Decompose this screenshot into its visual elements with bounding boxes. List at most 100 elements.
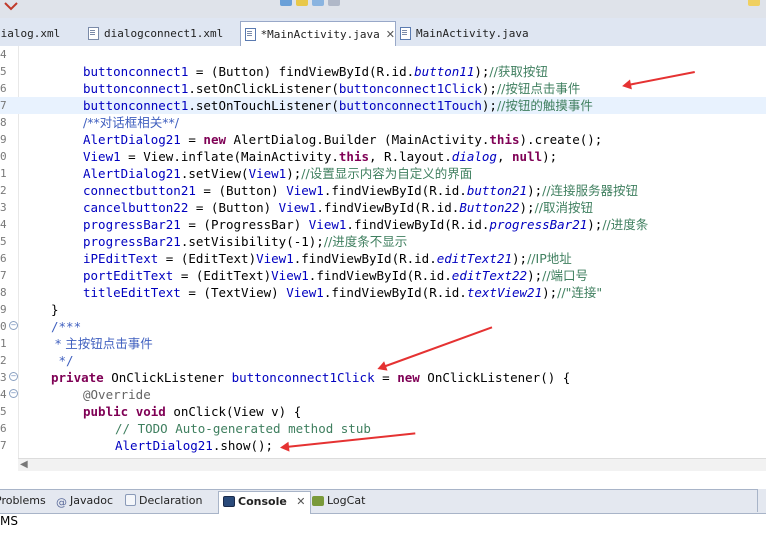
fold-toggle-icon[interactable]: − (9, 389, 18, 398)
code-line[interactable]: 5 buttonconnect1 = (Button) findViewById(… (0, 63, 766, 80)
code-token: = (EditText) (158, 251, 257, 266)
code-line[interactable]: 4− @Override (0, 386, 766, 403)
code-line[interactable]: 7 AlertDialog21.show(); (0, 437, 766, 454)
toolbar-icon[interactable] (312, 0, 324, 6)
code-token: = (180, 132, 204, 147)
tab-label: dialog.xml (0, 27, 61, 40)
code-token: = View.inflate(MainActivity. (120, 149, 339, 164)
tab-label: Console (238, 495, 287, 508)
tab-dialogconnect1-xml[interactable]: dialogconnect1.xml (84, 22, 234, 45)
code-token: .findViewById(R.id. (346, 217, 490, 232)
toolbar (0, 0, 766, 18)
code-line[interactable]: 6 // TODO Auto-generated method stub (0, 420, 766, 437)
code-text: buttonconnect1.setOnClickListener(button… (83, 80, 580, 97)
code-token: , (496, 149, 513, 164)
code-line[interactable]: 5 progressBar21.setVisibility(-1);//进度条不显… (0, 233, 766, 250)
code-token: ); (587, 217, 603, 232)
code-line[interactable]: 4 progressBar21 = (ProgressBar) View1.fin… (0, 216, 766, 233)
code-token: null (512, 149, 543, 164)
code-token: View1 (271, 268, 309, 283)
toolbar-icon[interactable] (296, 0, 308, 6)
tab-dialog-xml[interactable]: dialog.xml (0, 22, 76, 45)
code-token: button11 (414, 64, 475, 79)
code-editor[interactable]: 4 5 buttonconnect1 = (Button) findViewById… (0, 46, 766, 458)
code-text: View1 = View.inflate(MainActivity.this, … (83, 148, 557, 165)
code-token: buttonconnect1 (83, 64, 189, 79)
code-token: .findViewById(R.id. (323, 285, 467, 300)
code-line[interactable]: 1 * 主按钮点击事件 (0, 335, 766, 352)
line-number: 0 (0, 150, 7, 163)
tab-mainactivity-java[interactable]: MainActivity.java (396, 22, 536, 45)
code-token: ); (527, 183, 543, 198)
code-line[interactable]: 9} (0, 301, 766, 318)
line-number: 3 (0, 201, 7, 214)
code-line[interactable]: 5 public void onClick(View v) { (0, 403, 766, 420)
code-text: private OnClickListener buttonconnect1Cl… (51, 369, 570, 386)
toolbar-icon[interactable] (328, 0, 340, 6)
code-token: buttonconnect1 (83, 98, 189, 113)
line-number: 2 (0, 184, 7, 197)
code-token: //进度条不显示 (323, 234, 408, 249)
line-number: 7 (0, 99, 7, 112)
lightbulb-icon[interactable] (748, 0, 760, 6)
close-icon[interactable]: ✕ (296, 495, 305, 508)
line-number: 6 (0, 252, 7, 265)
editor-tab-bar: dialog.xml dialogconnect1.xml *MainActiv… (0, 18, 766, 47)
code-token: OnClickListener (103, 370, 232, 385)
code-line[interactable]: 6 buttonconnect1.setOnClickListener(butto… (0, 80, 766, 97)
code-line[interactable]: 6 iPEditText = (EditText)View1.findViewBy… (0, 250, 766, 267)
code-token: View1 (278, 200, 317, 215)
code-token: = (Button) findViewById(R.id. (188, 64, 415, 79)
code-token: } (51, 302, 59, 317)
toolbar-icon[interactable] (280, 0, 292, 6)
horizontal-scrollbar[interactable]: ◀ (18, 458, 766, 472)
code-token: cancelbutton22 (83, 200, 189, 215)
fold-toggle-icon[interactable]: − (9, 321, 18, 330)
code-line[interactable]: 0− /*** (0, 318, 766, 335)
line-number: 5 (0, 235, 7, 248)
tab-problems[interactable]: Problems (0, 494, 46, 507)
code-line[interactable]: 8 /**对话框相关**/ (0, 114, 766, 131)
code-token: ); (512, 251, 528, 266)
java-file-icon (400, 27, 411, 40)
panel-separator (0, 471, 766, 489)
tab-console[interactable]: Console ✕ (218, 491, 311, 514)
logcat-icon (312, 496, 324, 506)
line-number: 9 (0, 133, 7, 146)
code-line[interactable]: 1 AlertDialog21.setView(View1);//设置显示内容为自… (0, 165, 766, 182)
code-token: dialog (451, 149, 497, 164)
tab-declaration[interactable]: Declaration (125, 494, 202, 507)
line-number: 2 (0, 354, 7, 367)
code-line[interactable]: 9 AlertDialog21 = new AlertDialog.Builder… (0, 131, 766, 148)
console-icon (223, 496, 235, 507)
code-text: /**对话框相关**/ (83, 114, 179, 131)
line-number: 4 (0, 48, 7, 61)
code-line[interactable]: 4 (0, 46, 766, 63)
code-line[interactable]: 0 View1 = View.inflate(MainActivity.this,… (0, 148, 766, 165)
code-token: //"连接" (557, 285, 603, 300)
line-number: 1 (0, 337, 7, 350)
close-icon[interactable]: ✕ (386, 28, 395, 41)
code-text: /*** (51, 318, 81, 335)
code-line[interactable]: 7 portEditText = (EditText)View1.findView… (0, 267, 766, 284)
scroll-left-icon[interactable]: ◀ (20, 459, 28, 470)
code-token: ); (481, 81, 497, 96)
fold-toggle-icon[interactable]: − (9, 372, 18, 381)
code-token: = (ProgressBar) (180, 217, 309, 232)
code-text: cancelbutton22 = (Button) View1.findView… (83, 199, 593, 216)
line-number: 3 (0, 371, 7, 384)
code-token: progressBar21 (83, 234, 181, 249)
code-token: .setView( (180, 166, 249, 181)
code-token: iPEditText (83, 251, 159, 266)
run-arrow-icon[interactable] (4, 0, 18, 11)
code-token: // TODO Auto-generated method stub (115, 421, 371, 436)
code-line[interactable]: 2 connectbutton21 = (Button) View1.findVi… (0, 182, 766, 199)
code-token: buttonconnect1Touch (338, 98, 482, 113)
tab-mainactivity-java-modified[interactable]: *MainActivity.java ✕ (240, 21, 396, 47)
tab-logcat[interactable]: LogCat (312, 494, 365, 507)
tab-javadoc[interactable]: @ Javadoc (56, 494, 113, 509)
code-text: // TODO Auto-generated method stub (115, 420, 371, 437)
code-line[interactable]: 7 buttonconnect1.setOnTouchListener(butto… (0, 97, 766, 114)
code-line[interactable]: 8 titleEditText = (TextView) View1.findVi… (0, 284, 766, 301)
code-line[interactable]: 3 cancelbutton22 = (Button) View1.findVie… (0, 199, 766, 216)
